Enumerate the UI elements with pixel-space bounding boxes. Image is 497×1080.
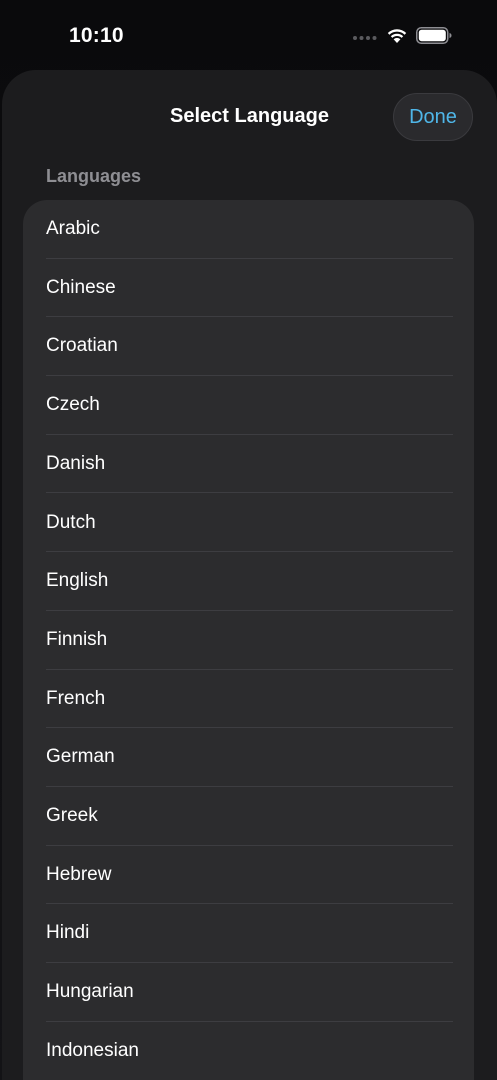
language-row[interactable]: Arabic [23, 200, 474, 259]
language-row[interactable]: French [23, 670, 474, 729]
status-time: 10:10 [69, 24, 124, 47]
section-header: Languages [46, 166, 142, 186]
language-row[interactable]: Greek [23, 787, 474, 846]
done-button[interactable]: Done [393, 93, 473, 141]
language-list: Arabic Chinese Croatian Czech Danish Dutch Eng… [23, 200, 474, 1080]
language-label: Finnish [46, 628, 108, 650]
language-label: Hindi [46, 922, 90, 944]
screen: 10:10 Select Language Done Languages Ara… [0, 0, 497, 1080]
language-label: Indonesian [46, 1039, 139, 1061]
battery-icon [416, 27, 452, 44]
language-label: Dutch [46, 511, 96, 533]
language-label: French [46, 687, 106, 709]
status-bar: 10:10 [0, 0, 497, 70]
language-row[interactable]: Dutch [23, 494, 474, 553]
language-sheet: Select Language Done Languages Arabic Chi… [2, 70, 497, 1080]
language-row[interactable]: Hebrew [23, 846, 474, 905]
language-row[interactable]: German [23, 728, 474, 787]
language-label: Czech [46, 394, 100, 416]
language-label: Croatian [46, 335, 118, 357]
language-label: Greek [46, 805, 98, 826]
language-row[interactable]: English [23, 552, 474, 611]
language-label: Chinese [46, 276, 116, 298]
language-label: English [46, 570, 109, 592]
language-label: Danish [46, 452, 106, 474]
wifi-icon [387, 29, 407, 43]
language-row[interactable]: Danish [23, 435, 474, 494]
language-label: German [46, 746, 115, 768]
language-row[interactable]: Indonesian [23, 1022, 474, 1080]
language-label: Arabic [46, 218, 100, 239]
language-row[interactable]: Hungarian [23, 963, 474, 1022]
language-row[interactable]: Chinese [23, 259, 474, 318]
language-label: Hungarian [46, 981, 134, 1003]
language-row[interactable]: Hindi [23, 904, 474, 964]
language-label: Hebrew [46, 863, 112, 885]
signal-dots-icon [353, 36, 377, 40]
language-row[interactable]: Czech [23, 376, 474, 435]
language-row[interactable]: Croatian [23, 317, 474, 377]
language-row[interactable]: Finnish [23, 611, 474, 670]
